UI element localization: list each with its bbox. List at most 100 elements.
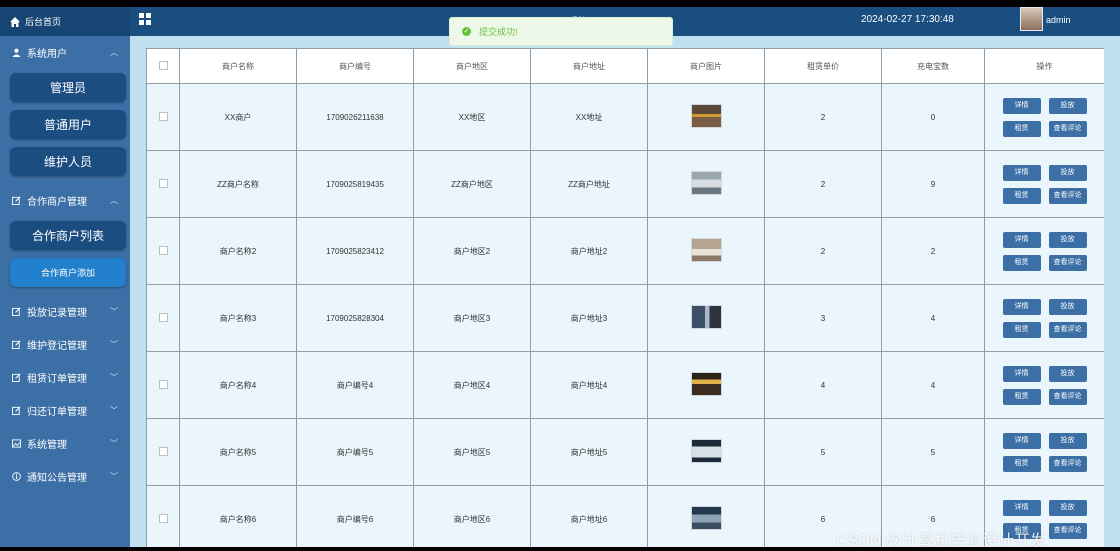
rent-button[interactable]: 租赁 — [1002, 254, 1041, 271]
edit-icon — [12, 373, 21, 382]
column-header: 操作 — [984, 48, 1104, 84]
rent-button[interactable]: 租赁 — [1002, 120, 1041, 137]
sidebar-group-rental-orders[interactable]: 租赁订单管理 ﹀ — [0, 361, 130, 394]
actions-cell: 详情 投放 租赁 查看评论 — [984, 351, 1104, 419]
deliver-button[interactable]: 投放 — [1048, 97, 1087, 114]
sidebar-group-return-orders[interactable]: 归还订单管理 ﹀ — [0, 394, 130, 427]
row-select-cell[interactable] — [146, 150, 180, 218]
view-comments-button[interactable]: 查看评论 — [1048, 254, 1087, 271]
merchant-image-cell — [647, 351, 765, 419]
sidebar-group-label: 系统用户 — [27, 49, 67, 60]
sidebar: 系统用户 ︿ 管理员 普通用户 维护人员 合作商户管理 ︿ 合作商户列表 合作商… — [0, 36, 130, 547]
chevron-down-icon: ﹀ — [110, 472, 118, 481]
sidebar-group-system-management[interactable]: 系统管理 ﹀ — [0, 427, 130, 460]
sidebar-group-notices[interactable]: 通知公告管理 ﹀ — [0, 460, 130, 493]
rental-price: 4 — [764, 351, 882, 419]
merchant-thumbnail[interactable] — [690, 372, 722, 396]
powerbank-count: 5 — [881, 418, 985, 486]
menu-toggle-icon[interactable] — [139, 13, 151, 25]
deliver-button[interactable]: 投放 — [1048, 231, 1087, 248]
select-all-cell[interactable] — [146, 48, 180, 84]
merchant-code: 商户编号5 — [296, 418, 414, 486]
detail-button[interactable]: 详情 — [1002, 231, 1041, 248]
merchant-code: 商户编号4 — [296, 351, 414, 419]
row-select-cell[interactable] — [146, 83, 180, 151]
sidebar-group-maintenance[interactable]: 维护登记管理 ﹀ — [0, 328, 130, 361]
row-select-cell[interactable] — [146, 418, 180, 486]
row-checkbox[interactable] — [158, 446, 168, 456]
merchant-code: 1709026211638 — [296, 83, 414, 151]
home-label: 后台首页 — [25, 17, 62, 27]
sidebar-group-label: 租赁订单管理 — [27, 374, 87, 385]
detail-button[interactable]: 详情 — [1002, 499, 1041, 516]
rent-button[interactable]: 租赁 — [1002, 321, 1041, 338]
column-header: 商户图片 — [647, 48, 765, 84]
detail-button[interactable]: 详情 — [1002, 298, 1041, 315]
row-select-cell[interactable] — [146, 284, 180, 352]
row-checkbox[interactable] — [158, 379, 168, 389]
rent-button[interactable]: 租赁 — [1002, 388, 1041, 405]
sidebar-item-merchant-list[interactable]: 合作商户列表 — [10, 221, 126, 250]
row-checkbox[interactable] — [158, 513, 168, 523]
merchant-name: 商户名称3 — [179, 284, 297, 352]
row-checkbox[interactable] — [158, 178, 168, 188]
view-comments-button[interactable]: 查看评论 — [1048, 522, 1087, 539]
merchant-thumbnail[interactable] — [690, 439, 722, 463]
chevron-down-icon: ﹀ — [110, 439, 118, 448]
home-link[interactable]: 后台首页 — [0, 7, 130, 36]
merchant-thumbnail[interactable] — [690, 171, 722, 195]
merchant-address: 商户地址2 — [530, 217, 648, 285]
detail-button[interactable]: 详情 — [1002, 97, 1041, 114]
avatar[interactable] — [1020, 7, 1043, 31]
sidebar-group-merchants[interactable]: 合作商户管理 ︿ — [0, 184, 130, 217]
edit-icon — [12, 340, 21, 349]
detail-button[interactable]: 详情 — [1002, 365, 1041, 382]
username[interactable]: admin — [1046, 15, 1071, 25]
view-comments-button[interactable]: 查看评论 — [1048, 321, 1087, 338]
row-checkbox[interactable] — [158, 245, 168, 255]
merchant-thumbnail[interactable] — [690, 506, 722, 530]
table-header-row: 商户名称 商户编号 商户地区 商户地址 商户图片 租赁单价 充电宝数 操作 — [146, 48, 1104, 84]
row-select-cell[interactable] — [146, 217, 180, 285]
select-all-checkbox[interactable] — [158, 60, 168, 70]
rent-button[interactable]: 租赁 — [1002, 455, 1041, 472]
merchant-name: ZZ商户名称 — [179, 150, 297, 218]
app-window: 后台首页 …系统 2024-02-27 17:30:48 admin ✓ 提交成… — [0, 7, 1120, 547]
deliver-button[interactable]: 投放 — [1048, 164, 1087, 181]
check-circle-icon: ✓ — [462, 27, 471, 36]
powerbank-count: 4 — [881, 351, 985, 419]
merchant-code: 1709025823412 — [296, 217, 414, 285]
row-select-cell[interactable] — [146, 485, 180, 547]
deliver-button[interactable]: 投放 — [1048, 298, 1087, 315]
edit-icon — [12, 307, 21, 316]
view-comments-button[interactable]: 查看评论 — [1048, 388, 1087, 405]
deliver-button[interactable]: 投放 — [1048, 365, 1087, 382]
sidebar-item-normal-users[interactable]: 普通用户 — [10, 110, 126, 139]
merchant-thumbnail[interactable] — [690, 238, 722, 262]
detail-button[interactable]: 详情 — [1002, 164, 1041, 181]
merchant-thumbnail[interactable] — [690, 305, 722, 329]
row-checkbox[interactable] — [158, 312, 168, 322]
view-comments-button[interactable]: 查看评论 — [1048, 455, 1087, 472]
actions-cell: 详情 投放 租赁 查看评论 — [984, 150, 1104, 218]
deliver-button[interactable]: 投放 — [1048, 432, 1087, 449]
rental-price: 2 — [764, 83, 882, 151]
deliver-button[interactable]: 投放 — [1048, 499, 1087, 516]
sidebar-item-merchant-add[interactable]: 合作商户添加 — [10, 258, 126, 287]
row-checkbox[interactable] — [158, 111, 168, 121]
sidebar-group-system-users[interactable]: 系统用户 ︿ — [0, 36, 130, 69]
rent-button[interactable]: 租赁 — [1002, 187, 1041, 204]
view-comments-button[interactable]: 查看评论 — [1048, 120, 1087, 137]
chevron-down-icon: ﹀ — [110, 373, 118, 382]
merchant-thumbnail[interactable] — [690, 104, 722, 128]
sidebar-group-delivery-records[interactable]: 投放记录管理 ﹀ — [0, 295, 130, 328]
row-select-cell[interactable] — [146, 351, 180, 419]
sidebar-item-admin[interactable]: 管理员 — [10, 73, 126, 102]
sidebar-item-maintainers[interactable]: 维护人员 — [10, 147, 126, 176]
chevron-down-icon: ﹀ — [110, 406, 118, 415]
detail-button[interactable]: 详情 — [1002, 432, 1041, 449]
sidebar-group-label: 通知公告管理 — [27, 473, 87, 484]
info-icon — [12, 472, 21, 481]
sidebar-group-label: 投放记录管理 — [27, 308, 87, 319]
view-comments-button[interactable]: 查看评论 — [1048, 187, 1087, 204]
